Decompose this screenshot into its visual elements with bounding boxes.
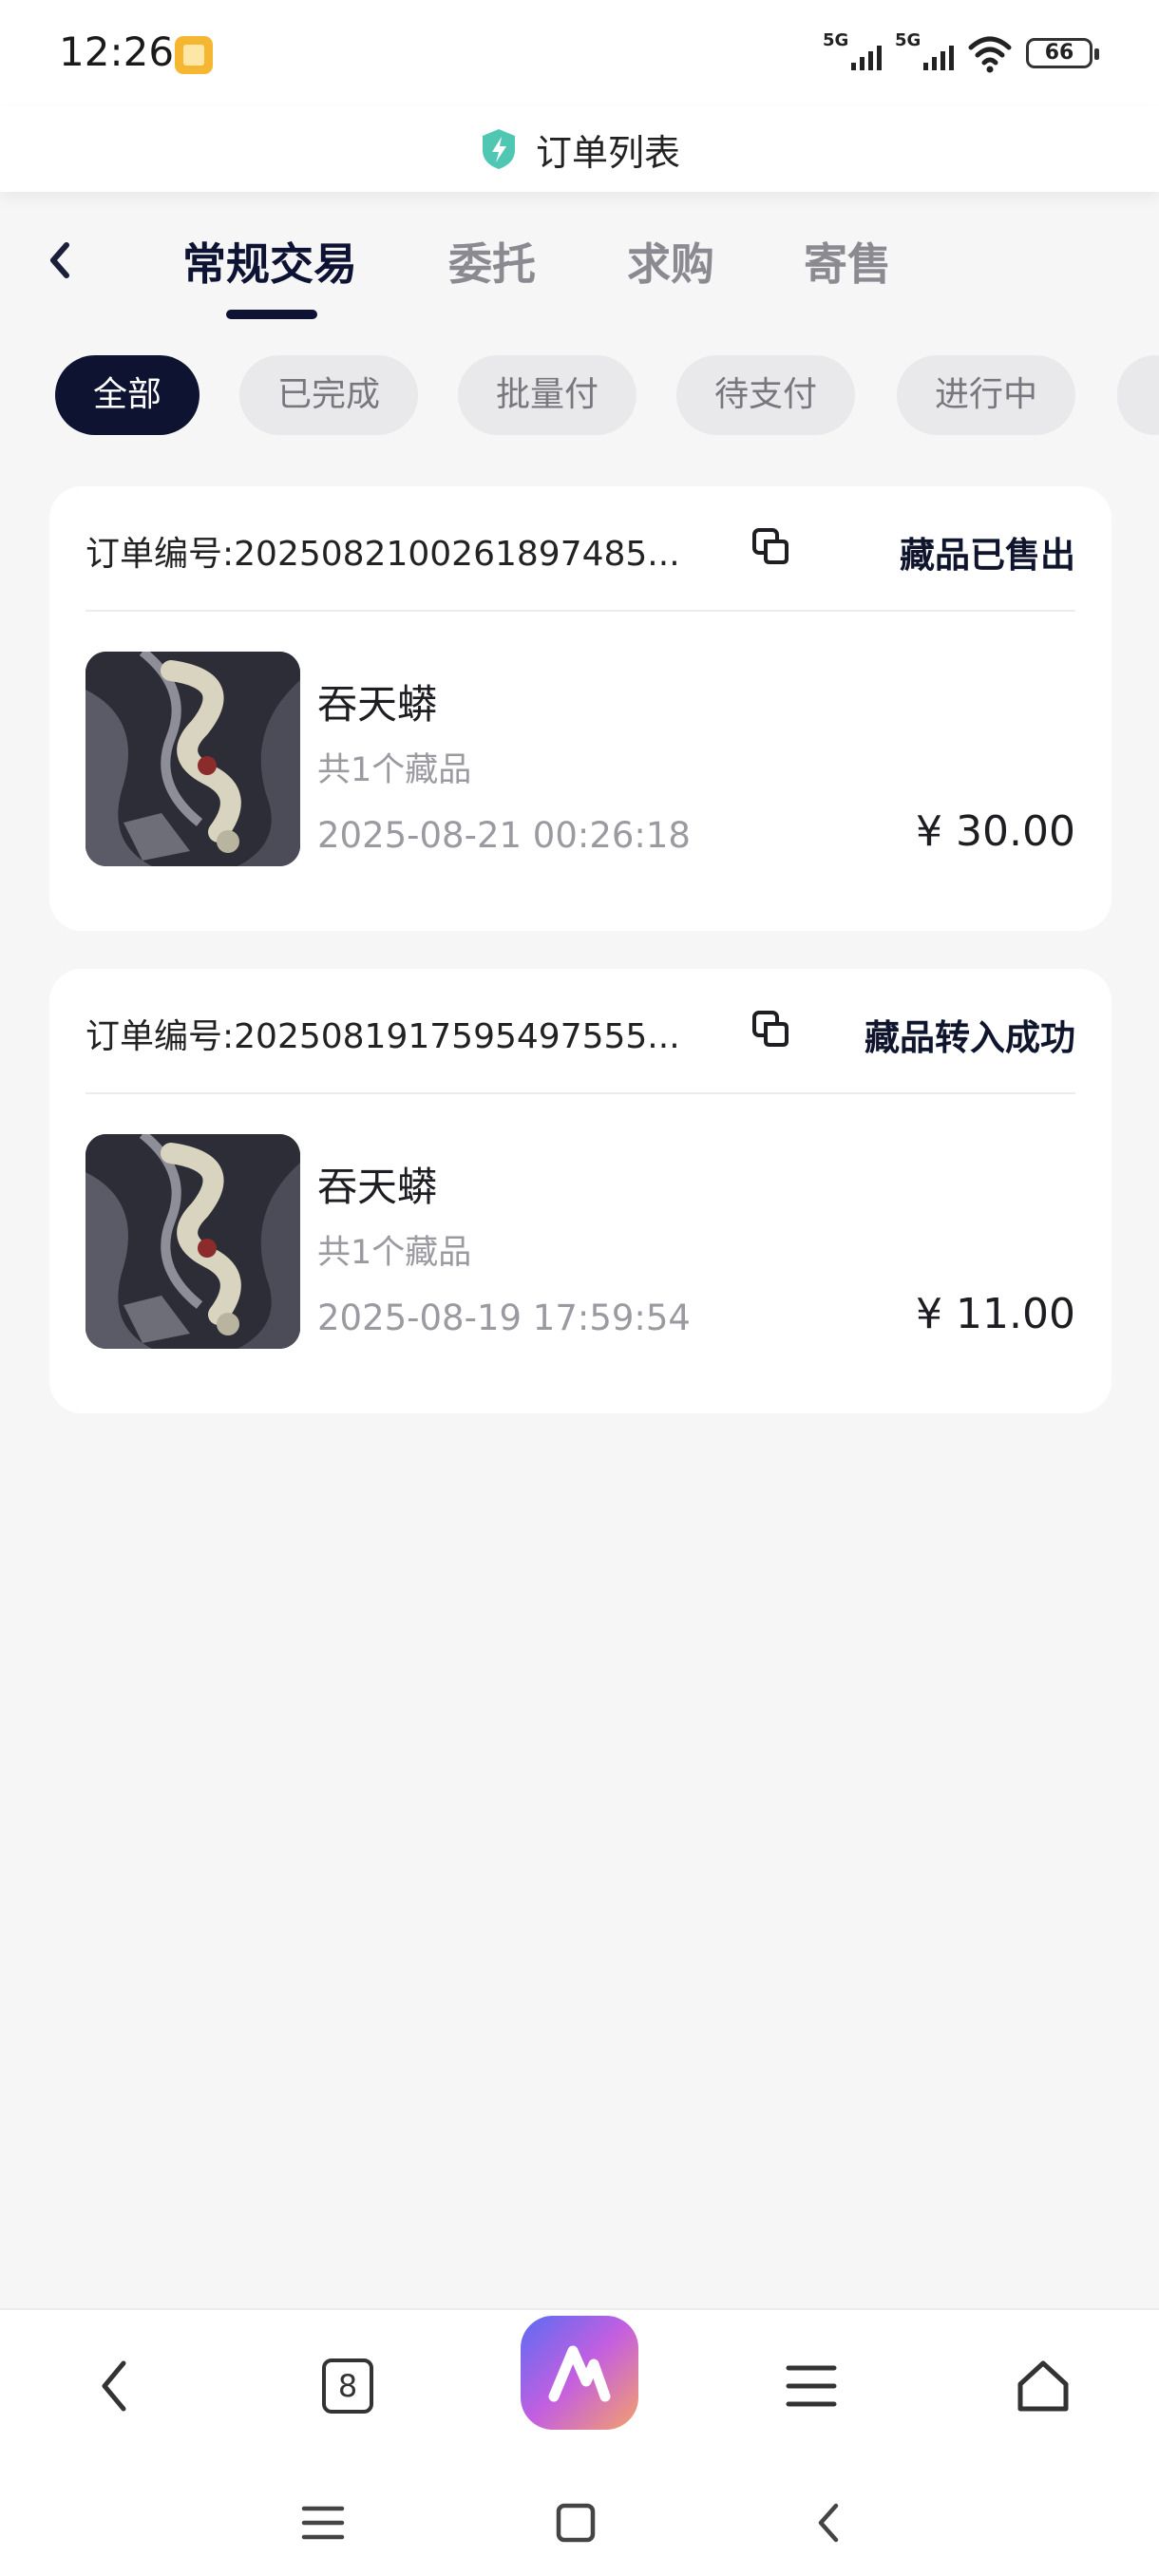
item-thumbnail: [86, 652, 300, 866]
tab-purchase-request[interactable]: 求购: [627, 230, 714, 293]
order-card[interactable]: 订单编号:2025082100261897485... 藏品已售出 吞天蟒 共1…: [49, 486, 1112, 931]
copy-icon[interactable]: [750, 526, 792, 568]
notification-app-icon: [175, 36, 213, 74]
app-logo-icon: [548, 2345, 611, 2402]
tab-entrust[interactable]: 委托: [448, 230, 536, 293]
chevron-left-icon: [50, 242, 69, 278]
tabs-icon: 8: [322, 2358, 373, 2414]
order-card-header: 订单编号:2025082100261897485... 藏品已售出: [86, 486, 1075, 612]
order-status: 藏品已售出: [900, 535, 1075, 576]
order-number: 订单编号:2025081917595497555...: [86, 1017, 680, 1056]
home-square-icon: [556, 2503, 596, 2543]
page-title: 订单列表: [535, 131, 680, 174]
copy-icon[interactable]: [750, 1009, 792, 1051]
browser-home-button[interactable]: [1005, 2348, 1081, 2424]
item-count: 共1个藏品: [317, 751, 472, 789]
status-bar: 12:26 5G 5G 66: [0, 0, 1159, 106]
item-count: 共1个藏品: [317, 1234, 472, 1272]
recents-button[interactable]: [294, 2494, 352, 2551]
wifi-icon: [968, 36, 1012, 73]
item-name: 吞天蟒: [317, 681, 438, 728]
signal-icon: 5G: [823, 30, 882, 74]
order-number: 订单编号:2025082100261897485...: [86, 535, 680, 574]
browser-back-button[interactable]: [76, 2348, 152, 2424]
status-indicators: 5G 5G 66: [823, 30, 1099, 74]
filter-chip-in-progress[interactable]: 进行中: [897, 355, 1076, 435]
browser-menu-button[interactable]: [773, 2348, 849, 2424]
page-header: 订单列表: [0, 106, 1159, 192]
order-time: 2025-08-21 00:26:18: [317, 815, 691, 856]
system-back-button[interactable]: [800, 2494, 857, 2551]
tab-regular-trade[interactable]: 常规交易: [182, 230, 357, 293]
active-tab-indicator: [226, 310, 317, 319]
filter-chip-batch-pay[interactable]: 批量付: [458, 355, 637, 435]
browser-tabs-button[interactable]: 8: [310, 2348, 386, 2424]
tab-bar: 常规交易 委托 求购 寄售: [0, 192, 1159, 325]
filter-chips: 全部 已完成 批量付 待支付 进行中: [55, 355, 1159, 437]
item-name: 吞天蟒: [317, 1164, 438, 1210]
battery-icon: 66: [1026, 38, 1099, 68]
app-logo-button[interactable]: [521, 2316, 638, 2430]
back-chevron-icon: [818, 2503, 839, 2543]
filter-chip-pending-payment[interactable]: 待支付: [676, 355, 856, 435]
home-icon: [1017, 2360, 1069, 2412]
home-button[interactable]: [547, 2494, 604, 2551]
tab-consignment[interactable]: 寄售: [804, 230, 891, 293]
filter-chip-all[interactable]: 全部: [55, 355, 200, 435]
menu-icon: [786, 2365, 837, 2407]
order-price: ¥ 30.00: [916, 807, 1075, 856]
order-time: 2025-08-19 17:59:54: [317, 1297, 691, 1338]
back-icon: [102, 2360, 126, 2412]
filter-chip-more[interactable]: [1117, 355, 1159, 435]
shield-bolt-icon: [482, 129, 515, 169]
order-status: 藏品转入成功: [864, 1017, 1075, 1058]
order-card[interactable]: 订单编号:2025081917595497555... 藏品转入成功 吞天蟒 共…: [49, 969, 1112, 1413]
order-price: ¥ 11.00: [916, 1290, 1075, 1338]
item-thumbnail: [86, 1134, 300, 1349]
status-time: 12:26: [59, 28, 175, 75]
filter-chip-completed[interactable]: 已完成: [239, 355, 419, 435]
recents-icon: [301, 2506, 345, 2540]
signal-icon: 5G: [895, 30, 954, 74]
back-button[interactable]: [46, 232, 84, 289]
order-card-header: 订单编号:2025081917595497555... 藏品转入成功: [86, 969, 1075, 1094]
system-navigation-bar: [0, 2460, 1159, 2576]
